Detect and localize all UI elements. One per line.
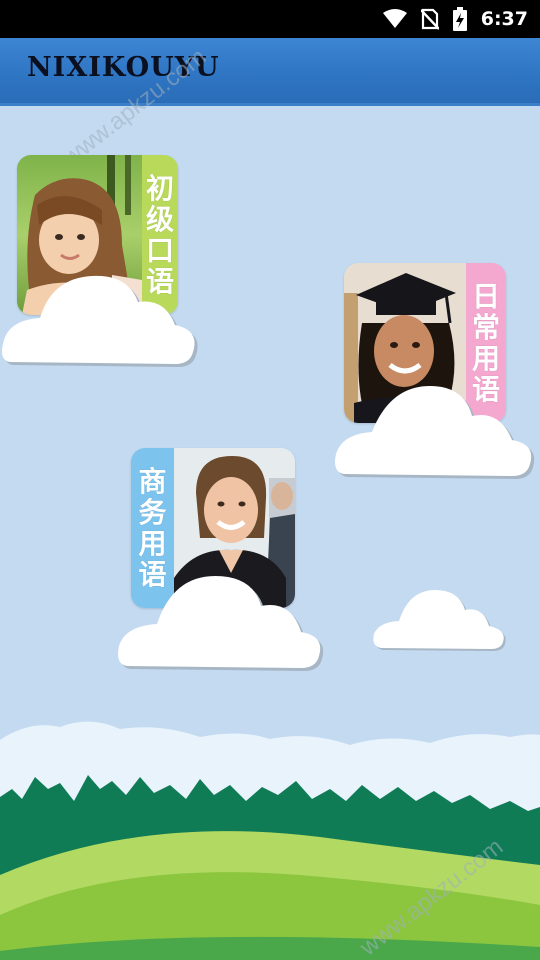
cloud-business (118, 576, 324, 671)
landscape (0, 721, 540, 960)
cloud-small (373, 590, 506, 651)
app-header: NIXIKOUYU (0, 38, 540, 106)
label-char: 务 (138, 496, 167, 529)
label-char: 口 (145, 234, 174, 267)
label-char: 用 (138, 527, 167, 560)
label-char: 商 (138, 465, 167, 498)
label-char: 日 (471, 280, 500, 313)
no-sim-icon (420, 8, 439, 30)
label-char: 常 (471, 311, 500, 344)
label-char: 初 (145, 172, 174, 205)
label-char: 用 (471, 342, 500, 375)
label-char: 级 (145, 203, 174, 236)
status-bar: 6:37 (0, 0, 540, 38)
cloud-daily (335, 386, 535, 479)
battery-charging-icon (452, 7, 467, 31)
status-time: 6:37 (480, 8, 528, 30)
wifi-icon (382, 9, 407, 28)
cloud-beginner (2, 275, 198, 367)
